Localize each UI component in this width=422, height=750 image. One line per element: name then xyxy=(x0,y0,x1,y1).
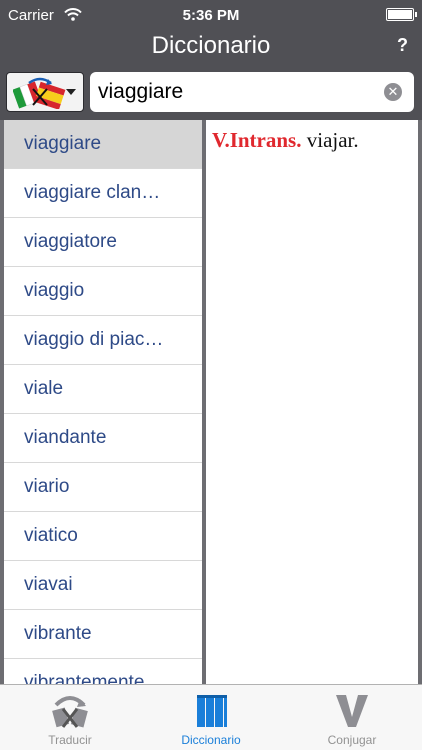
word-list-item[interactable]: viavai xyxy=(4,561,202,610)
clear-search-icon[interactable]: ✕ xyxy=(384,83,402,101)
word-list-item[interactable]: viario xyxy=(4,463,202,512)
word-list-item[interactable]: viaggiatore xyxy=(4,218,202,267)
tab-traducir[interactable]: Traducir xyxy=(0,685,140,750)
tab-label-conjugar: Conjugar xyxy=(327,733,377,747)
page-title: Diccionario xyxy=(151,32,271,59)
navigation-bar: Diccionario ? xyxy=(0,30,422,64)
search-input[interactable] xyxy=(98,78,378,106)
part-of-speech: V.Intrans. xyxy=(212,128,302,152)
word-list-item[interactable]: viaggiare xyxy=(4,120,202,169)
word-list-item[interactable]: vibrante xyxy=(4,610,202,659)
tab-bar: Traducir Diccionario Conjugar xyxy=(0,684,422,750)
search-row: ✕ xyxy=(0,64,422,120)
language-selector-button[interactable] xyxy=(6,72,84,112)
battery-icon xyxy=(386,8,417,21)
tab-diccionario[interactable]: Diccionario xyxy=(141,685,281,750)
language-flags-icon xyxy=(12,77,67,114)
tab-label-traducir: Traducir xyxy=(48,733,92,747)
tab-label-diccionario: Diccionario xyxy=(181,733,241,747)
word-list-item[interactable]: viale xyxy=(4,365,202,414)
word-list-item[interactable]: viandante xyxy=(4,414,202,463)
translate-icon xyxy=(48,691,92,729)
books-icon xyxy=(189,691,233,729)
v-letter-icon xyxy=(330,691,374,729)
translation-text: viajar. xyxy=(306,128,359,152)
word-list-item[interactable]: viaggio di piac… xyxy=(4,316,202,365)
tab-conjugar[interactable]: Conjugar xyxy=(282,685,422,750)
chevron-down-icon xyxy=(66,89,76,95)
word-list-item[interactable]: viaggiare clan… xyxy=(4,169,202,218)
status-time: 5:36 PM xyxy=(182,7,240,24)
word-list-item[interactable]: viaggio xyxy=(4,267,202,316)
search-field[interactable]: ✕ xyxy=(90,72,414,112)
help-button[interactable]: ? xyxy=(397,35,408,56)
word-list: viaggiare viaggiare clan… viaggiatore viagg… xyxy=(4,120,202,684)
word-list-item[interactable]: vibrantemente xyxy=(4,659,202,684)
status-bar: Carrier 5:36 PM xyxy=(0,0,422,30)
word-list-item[interactable]: viatico xyxy=(4,512,202,561)
definition-pane: V.Intrans. viajar. xyxy=(206,120,418,684)
